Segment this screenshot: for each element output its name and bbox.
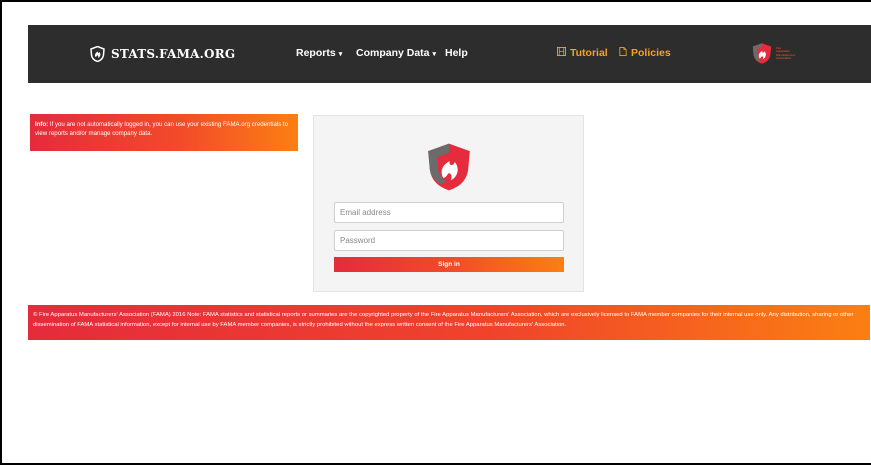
copyright-notice: © Fire Apparatus Manufacturers' Associat… — [28, 305, 870, 340]
login-card: Sign in — [313, 115, 584, 292]
login-logo — [424, 141, 474, 198]
nav-policies-label: Policies — [631, 47, 671, 59]
fama-shield-icon — [428, 143, 470, 191]
nav-tutorial-label: Tutorial — [570, 47, 608, 59]
info-alert-label: Info: — [35, 121, 49, 128]
association-logo: Fire Apparatus Manufacturers' Associatio… — [751, 42, 796, 65]
nav-tutorial[interactable]: Tutorial — [557, 47, 608, 59]
nav-help[interactable]: Help — [445, 47, 468, 59]
nav-policies[interactable]: Policies — [619, 47, 671, 59]
brand-link[interactable]: STATS.FAMA.ORG — [90, 42, 235, 66]
fama-shield-icon — [90, 46, 105, 62]
email-field[interactable] — [334, 202, 564, 223]
top-navbar: STATS.FAMA.ORG Reports ▾ Company Data ▾ He… — [28, 25, 871, 83]
sign-in-button[interactable]: Sign in — [334, 257, 564, 272]
association-line-4: Association — [776, 56, 792, 60]
nav-company-data[interactable]: Company Data ▾ — [356, 47, 436, 59]
nav-company-data-label: Company Data — [356, 47, 430, 59]
chevron-down-icon: ▾ — [338, 51, 343, 58]
info-alert: Info: If you are not automatically logge… — [30, 114, 298, 151]
fama-shield-icon — [752, 43, 772, 64]
nav-reports-label: Reports — [296, 47, 336, 59]
nav-reports[interactable]: Reports ▾ — [296, 47, 342, 59]
brand-name: STATS.FAMA.ORG — [111, 47, 236, 61]
nav-help-label: Help — [445, 47, 468, 59]
password-field[interactable] — [334, 230, 564, 251]
info-alert-text: If you are not automatically logged in, … — [35, 121, 289, 137]
chevron-down-icon: ▾ — [432, 51, 437, 58]
document-icon — [619, 47, 627, 59]
film-icon — [557, 47, 566, 59]
